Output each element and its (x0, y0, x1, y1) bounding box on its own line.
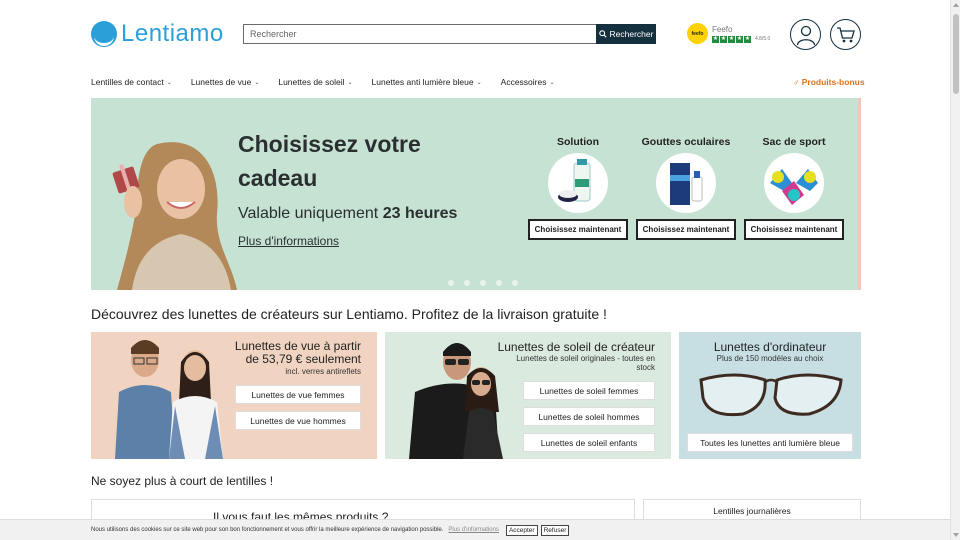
gift-title: Sac de sport (762, 136, 826, 148)
promo-card-computer-glasses: Lunettes d'ordinateur Plus de 150 modèle… (679, 332, 861, 459)
site-header: Lentiamo Rechercher feefo Feefo ★ ★ ★ ★ … (0, 0, 950, 68)
nav-item-label: Lentilles de contact (91, 77, 164, 87)
carousel-dot[interactable] (480, 280, 486, 286)
womens-sunglasses-button[interactable]: Lunettes de soleil femmes (523, 381, 655, 400)
solution-product-image (548, 153, 608, 213)
promo-subtitle: Plus de 150 modèles au choix (716, 354, 824, 363)
logo-text: Lentiamo (121, 20, 224, 47)
nav-item-label: Accessoires (500, 77, 547, 87)
cookie-text: Nous utilisons des cookies sur ce site w… (91, 527, 444, 533)
star-icon: ★ (728, 35, 735, 43)
hero-subtitle: Valable uniquement 23 heures (238, 205, 457, 223)
womens-eyeglasses-button[interactable]: Lunettes de vue femmes (235, 385, 361, 404)
gift-option-sports-bag: Sac de sport Choisissez maintenant (742, 136, 846, 240)
chevron-down-icon: ⌄ (549, 79, 555, 86)
kids-sunglasses-button[interactable]: Lunettes de soleil enfants (523, 433, 655, 452)
page-scrollbar[interactable] (950, 0, 960, 540)
scrollbar-thumb[interactable] (953, 14, 959, 94)
scroll-up-icon[interactable] (953, 3, 959, 7)
cart-icon (836, 26, 855, 42)
eye-drops-product-image (656, 153, 716, 213)
promo-subtitle: Lunettes de soleil originales - toutes e… (516, 354, 655, 372)
gift-option-eye-drops: Gouttes oculaires Choisissez maintenant (634, 136, 738, 240)
search-button-label: Rechercher (609, 29, 654, 39)
hero-more-info-link[interactable]: Plus d'informations (238, 234, 339, 248)
promo-card-eyeglasses: Lunettes de vue à partir de 53,79 € seul… (91, 332, 377, 459)
account-button[interactable] (790, 19, 821, 50)
feefo-badge-icon: feefo (687, 23, 708, 44)
search-input[interactable] (243, 24, 596, 44)
user-icon (796, 25, 815, 45)
star-icon: ★ (720, 35, 727, 43)
promo-subtitle: incl. verres antireflets (285, 367, 361, 376)
promo-title: Lunettes d'ordinateur (713, 340, 827, 354)
hero-banner: Choisissez votre cadeau Valable uniqueme… (91, 98, 861, 290)
nav-item-eyeglasses[interactable]: Lunettes de vue ⌄ (191, 77, 260, 87)
nav-item-sunglasses[interactable]: Lunettes de soleil ⌄ (278, 77, 352, 87)
mens-eyeglasses-button[interactable]: Lunettes de vue hommes (235, 411, 361, 430)
rating-stars: ★ ★ ★ ★ ★ 4.8/5.0 (712, 35, 771, 43)
chevron-down-icon: ⌄ (254, 79, 260, 86)
gift-title: Solution (557, 136, 599, 148)
feefo-name: Feefo (712, 24, 733, 34)
carousel-dot[interactable] (496, 280, 502, 286)
sports-bag-product-image (764, 153, 824, 213)
logo-icon (91, 21, 117, 47)
promo-card-sunglasses: Lunettes de soleil de créateur Lunettes … (385, 332, 671, 459)
carousel-dots (448, 280, 518, 286)
carousel-dot[interactable] (448, 280, 454, 286)
cookie-more-info-link[interactable]: Plus d'informations (448, 527, 499, 533)
all-blue-light-glasses-button[interactable]: Toutes les lunettes anti lumière bleue (687, 433, 853, 452)
gift-title: Gouttes oculaires (641, 136, 731, 148)
bonus-label: Produits-bonus (801, 77, 865, 87)
cookie-refuse-button[interactable]: Refuser (540, 524, 570, 536)
star-icon: ★ (736, 35, 743, 43)
choose-sports-bag-button[interactable]: Choisissez maintenant (743, 219, 845, 240)
cart-button[interactable] (830, 19, 861, 50)
feefo-score: 4.8/5.0 (755, 36, 771, 42)
search-bar: Rechercher (243, 24, 656, 44)
chevron-down-icon: ⌄ (476, 79, 482, 86)
cookie-bar: Nous utilisons des cookies sur ce site w… (0, 519, 950, 540)
promo-title: Lunettes de vue à partir de 53,79 € seul… (234, 339, 361, 366)
scroll-down-icon[interactable] (953, 533, 959, 537)
hero-woman-image (112, 142, 237, 290)
promo-title: Lunettes de soleil de créateur (497, 340, 655, 354)
next-slide-peek (858, 98, 861, 290)
choose-eye-drops-button[interactable]: Choisissez maintenant (635, 219, 737, 240)
carousel-dot[interactable] (512, 280, 518, 286)
nav-item-blue-light-glasses[interactable]: Lunettes anti lumière bleue ⌄ (372, 77, 482, 87)
gift-icon: ♂ (793, 77, 802, 87)
hero-subtitle-bold: 23 heures (382, 205, 458, 222)
chevron-down-icon: ⌄ (347, 79, 353, 86)
lenses-section-title: Ne soyez plus à court de lentilles ! (91, 474, 274, 488)
nav-item-label: Lunettes de vue (190, 77, 252, 87)
computer-glasses-image (699, 373, 843, 417)
nav-item-label: Lunettes anti lumière bleue (371, 77, 474, 87)
nav-item-label: Lunettes de soleil (278, 77, 345, 87)
couple-image (115, 340, 223, 459)
couple-sunglasses-image (409, 343, 503, 459)
main-nav: Lentilles de contact ⌄ Lunettes de vue ⌄ L… (91, 77, 574, 87)
hero-subtitle-text: Valable uniquement (238, 205, 379, 222)
designer-section-title: Découvrez des lunettes de créateurs sur … (91, 306, 607, 322)
search-icon (598, 30, 607, 38)
chevron-down-icon: ⌄ (166, 79, 172, 86)
gift-option-solution: Solution Choisissez maintenant (526, 136, 630, 240)
logo[interactable]: Lentiamo (91, 20, 224, 48)
feefo-rating[interactable]: feefo Feefo ★ ★ ★ ★ ★ 4.8/5.0 (687, 23, 770, 44)
carousel-dot[interactable] (464, 280, 470, 286)
bonus-products-link[interactable]: ♂ Produits-bonus (793, 77, 865, 87)
search-button[interactable]: Rechercher (596, 24, 656, 44)
nav-item-contact-lenses[interactable]: Lentilles de contact ⌄ (91, 77, 172, 87)
star-icon: ★ (712, 35, 719, 43)
choose-solution-button[interactable]: Choisissez maintenant (527, 219, 629, 240)
cookie-accept-button[interactable]: Accepter (505, 524, 538, 536)
star-icon: ★ (744, 35, 751, 43)
nav-item-accessories[interactable]: Accessoires ⌄ (501, 77, 555, 87)
hero-title: Choisissez votre cadeau (238, 131, 421, 191)
mens-sunglasses-button[interactable]: Lunettes de soleil hommes (523, 407, 655, 426)
